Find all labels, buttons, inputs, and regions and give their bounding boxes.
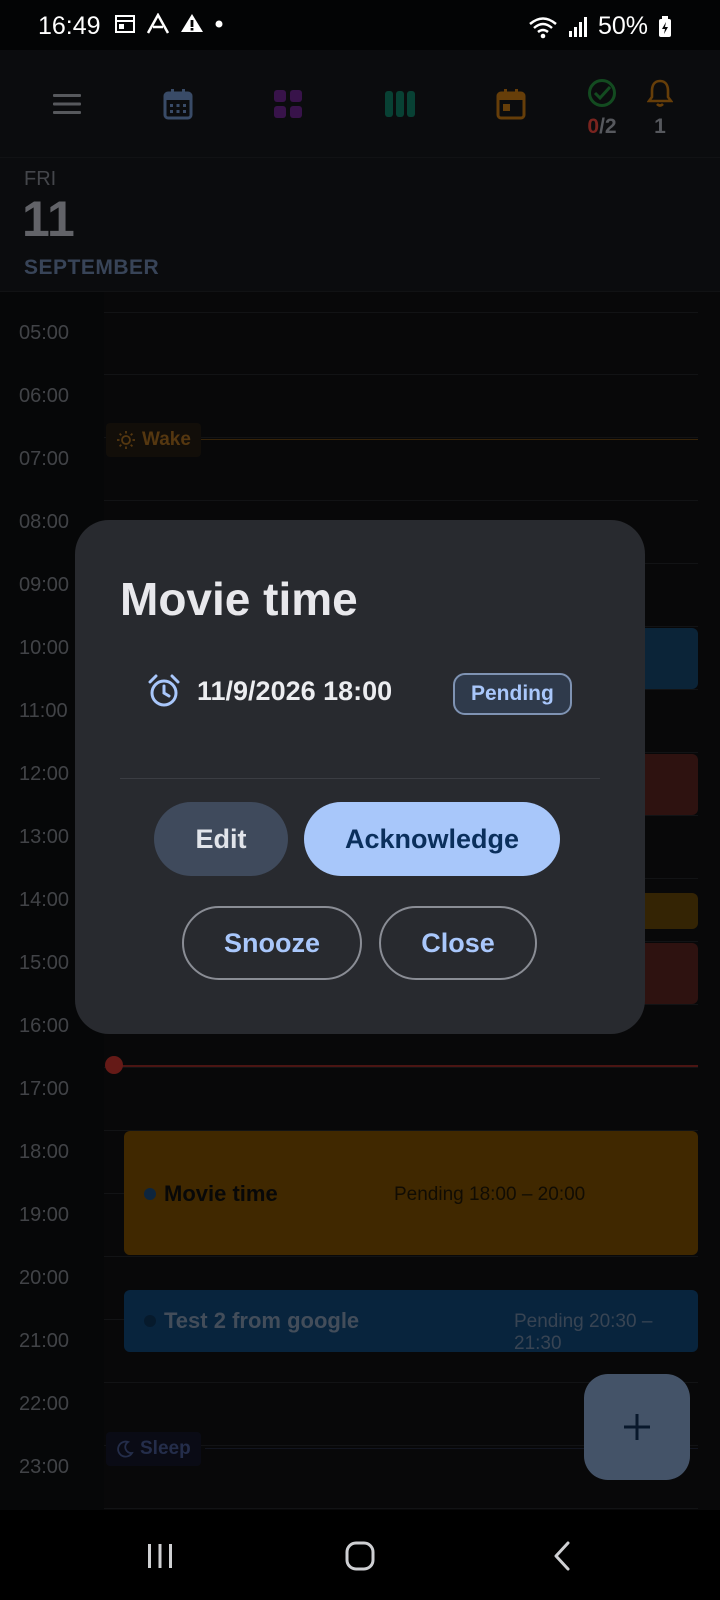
alarm-icon: [148, 674, 180, 707]
close-button[interactable]: Close: [379, 906, 537, 980]
battery-percent: 50%: [597, 12, 648, 40]
acknowledge-button[interactable]: Acknowledge: [304, 802, 560, 876]
recents-icon: [148, 1544, 172, 1568]
wifi-icon: [529, 16, 557, 38]
home-button[interactable]: [340, 1538, 380, 1574]
back-button[interactable]: [542, 1538, 582, 1574]
status-bar: 16:49 50%: [0, 0, 720, 50]
dialog-divider: [120, 778, 600, 779]
status-badge: Pending: [453, 673, 572, 715]
home-icon: [345, 1541, 375, 1571]
calendar-notification-icon: [115, 15, 135, 33]
status-time: 16:49: [38, 12, 101, 40]
battery-icon: [659, 15, 671, 37]
edit-button[interactable]: Edit: [154, 802, 288, 876]
warning-notification-icon: [181, 14, 203, 32]
notification-icons: [114, 13, 224, 35]
snooze-button[interactable]: Snooze: [182, 906, 362, 980]
dialog-datetime: 11/9/2026 18:00: [197, 675, 393, 706]
event-dialog: Movie time 11/9/2026 18:00 Pending Edit …: [75, 520, 645, 1034]
dot-icon: [215, 20, 223, 28]
dialog-title: Movie time: [120, 573, 358, 625]
system-nav-bar: [0, 1510, 720, 1600]
app-notification-icon: [146, 13, 170, 34]
dialog-datetime-row: 11/9/2026 18:00: [147, 674, 392, 708]
back-icon: [554, 1541, 570, 1571]
recents-button[interactable]: [140, 1538, 180, 1574]
signal-icon: [568, 16, 587, 37]
